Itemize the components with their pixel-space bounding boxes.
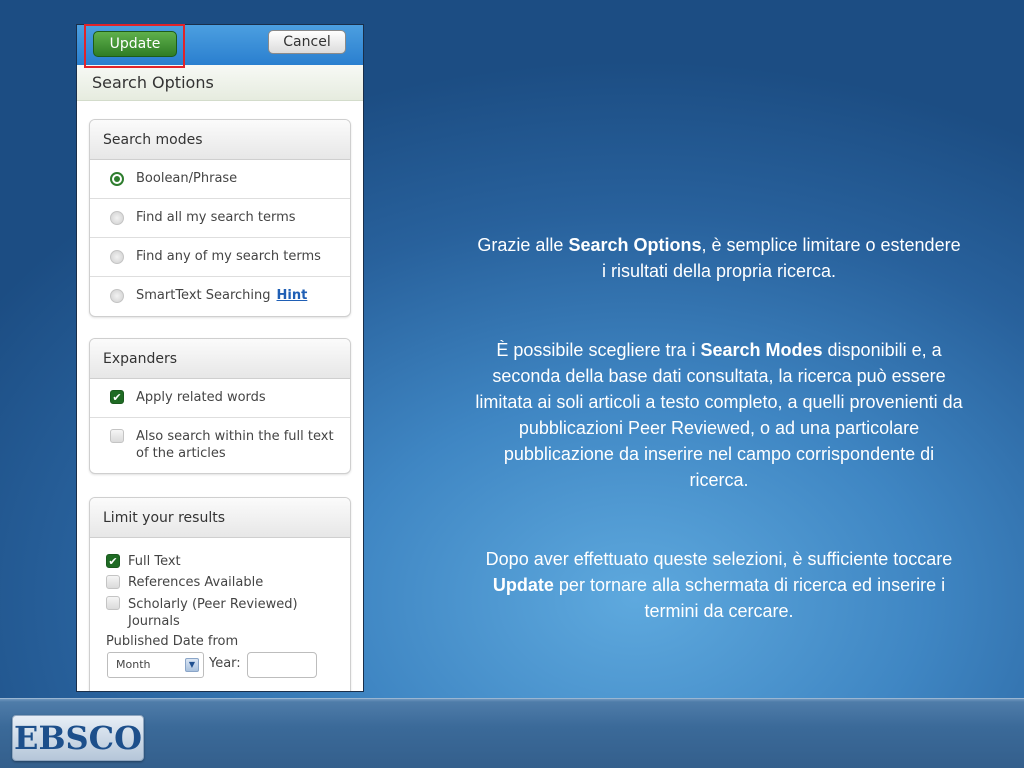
expanders-heading: Expanders [90,339,350,379]
bold-term: Search Modes [700,340,823,360]
search-mode-label: Boolean/Phrase [136,171,238,186]
update-highlight-box [84,24,185,68]
radio-icon[interactable] [110,211,124,225]
expanders-group: Expanders ✔ Apply related words Also sea… [89,338,351,474]
smarttext-label: SmartText Searching [136,288,271,303]
search-mode-label: Find all my search terms [136,210,296,225]
full-text-label: Full Text [128,554,181,569]
search-modes-group: Search modes Boolean/Phrase Find all my … [89,119,351,317]
bold-term: Update [492,575,554,595]
bold-term: Search Options [568,235,702,255]
limit-results-body: ✔ Full Text References Available Scholar… [90,538,350,688]
search-mode-option[interactable]: Find all my search terms [90,199,350,238]
scholarly-label: Scholarly (Peer Reviewed) Journals [128,597,298,629]
ebsco-logo: EBSCO [12,715,144,761]
search-options-screen: Update Cancel Search Options Search mode… [76,24,364,692]
text-span: È possibile scegliere tra i [496,340,701,360]
search-modes-heading: Search modes [90,120,350,160]
text-span: Dopo aver effettuato queste selezioni, è… [485,549,953,569]
hint-link[interactable]: Hint [277,288,308,303]
radio-selected-icon[interactable] [110,172,124,186]
text-span: per tornare alla schermata di ricerca ed… [553,575,946,621]
paragraph-search-modes: È possibile scegliere tra i Search Modes… [474,337,964,493]
radio-icon[interactable] [110,250,124,264]
search-mode-option[interactable]: SmartText Searching Hint [90,277,350,316]
published-date-label: Published Date from [106,634,239,649]
search-mode-option[interactable]: Find any of my search terms [90,238,350,277]
text-span: disponibili e, a seconda della base dati… [475,340,963,490]
checkbox-icon[interactable] [106,575,120,589]
search-mode-option[interactable]: Boolean/Phrase [90,160,350,199]
expander-option[interactable]: ✔ Apply related words [90,379,350,418]
cancel-button[interactable]: Cancel [268,30,346,54]
footer-bar [0,698,1024,768]
month-select[interactable]: Month ▼ [107,652,204,678]
page-title: Search Options [77,65,363,101]
search-mode-label: Find any of my search terms [136,249,321,264]
year-input[interactable] [247,652,317,678]
chevron-down-icon[interactable]: ▼ [185,658,199,672]
limit-results-group: Limit your results ✔ Full Text Reference… [89,497,351,691]
checkbox-checked-icon[interactable]: ✔ [106,554,120,568]
scholarly-option[interactable]: Scholarly (Peer Reviewed) Journals [106,596,346,630]
limit-results-heading: Limit your results [90,498,350,538]
references-label: References Available [128,575,264,590]
expander-label: Also search within the full text of the … [136,429,334,461]
radio-icon[interactable] [110,289,124,303]
checkbox-checked-icon[interactable]: ✔ [110,390,124,404]
description-text: Grazie alle Search Options, è semplice l… [474,232,964,677]
month-select-value: Month [116,658,151,671]
search-mode-label: SmartText Searching Hint [136,288,307,303]
text-span: Grazie alle [477,235,569,255]
expander-label: Apply related words [136,390,266,405]
paragraph-update: Dopo aver effettuato queste selezioni, è… [474,546,964,624]
year-label: Year: [209,656,241,671]
expander-option[interactable]: Also search within the full text of the … [90,418,350,473]
paragraph-search-options: Grazie alle Search Options, è semplice l… [474,232,964,284]
checkbox-icon[interactable] [110,429,124,443]
